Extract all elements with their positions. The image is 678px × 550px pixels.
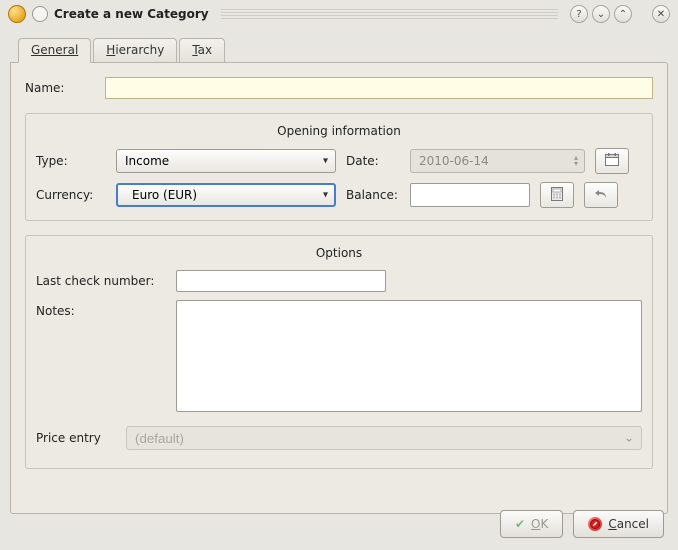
undo-icon [594,188,608,203]
help-button[interactable]: ? [570,5,588,23]
tab-hierarchy-label: Hierarchy [106,43,164,57]
notes-label: Notes: [36,300,166,318]
app-icon [8,5,26,23]
price-entry-select: (default) [126,426,642,450]
balance-input[interactable] [410,183,530,207]
window-title: Create a new Category [54,7,209,21]
tab-tax-label: Tax [192,43,212,57]
type-label: Type: [36,154,106,168]
opening-information-group: Opening information Type: Income Date: 2… [25,113,653,221]
date-value: 2010-06-14 [419,154,489,168]
titlebar: Create a new Category ? ⌄ ⌃ ✕ [0,0,678,28]
name-input[interactable] [105,77,653,99]
date-label: Date: [346,154,400,168]
name-row: Name: [25,77,653,99]
calculator-button[interactable] [540,182,574,208]
price-entry-label: Price entry [36,431,116,445]
maximize-button[interactable]: ⌃ [614,5,632,23]
cancel-icon [588,517,602,531]
window-menu-icon[interactable] [32,6,48,22]
date-stepper-icon: ▴▾ [574,155,578,167]
balance-label: Balance: [346,188,400,202]
currency-select-wrap: Euro (EUR) [116,183,336,207]
tab-general[interactable]: General [18,38,91,63]
undo-button[interactable] [584,182,618,208]
last-check-number-input[interactable] [176,270,386,292]
options-group: Options Last check number: Notes: Price … [25,235,653,469]
type-select[interactable]: Income [116,149,336,173]
check-icon: ✔ [515,517,525,531]
notes-textarea[interactable] [176,300,642,412]
tab-hierarchy[interactable]: Hierarchy [93,38,177,62]
titlebar-drag-area[interactable] [221,9,558,19]
dialog-footer: ✔ OK Cancel [500,510,664,538]
type-select-wrap: Income [116,149,336,173]
calculator-icon [551,187,563,204]
dialog-window: Create a new Category ? ⌄ ⌃ ✕ General Hi… [0,0,678,550]
calendar-button[interactable] [595,148,629,174]
cancel-label: Cancel [608,517,649,531]
close-button[interactable]: ✕ [652,5,670,23]
currency-label: Currency: [36,188,106,202]
ok-button[interactable]: ✔ OK [500,510,563,538]
calendar-icon [605,153,619,169]
titlebar-controls: ? ⌄ ⌃ [570,5,632,23]
date-field: 2010-06-14 ▴▾ [410,149,585,173]
cancel-button[interactable]: Cancel [573,510,664,538]
currency-select[interactable]: Euro (EUR) [116,183,336,207]
opening-group-title: Opening information [36,124,642,138]
minimize-button[interactable]: ⌄ [592,5,610,23]
options-group-title: Options [36,246,642,260]
tab-page-general: Name: Opening information Type: Income D… [10,62,668,514]
tab-tax[interactable]: Tax [179,38,225,62]
tabstrip: General Hierarchy Tax [10,36,668,62]
client-area: General Hierarchy Tax Name: Opening info… [0,28,678,524]
last-check-number-label: Last check number: [36,270,166,288]
name-label: Name: [25,81,95,95]
ok-label: OK [531,517,548,531]
